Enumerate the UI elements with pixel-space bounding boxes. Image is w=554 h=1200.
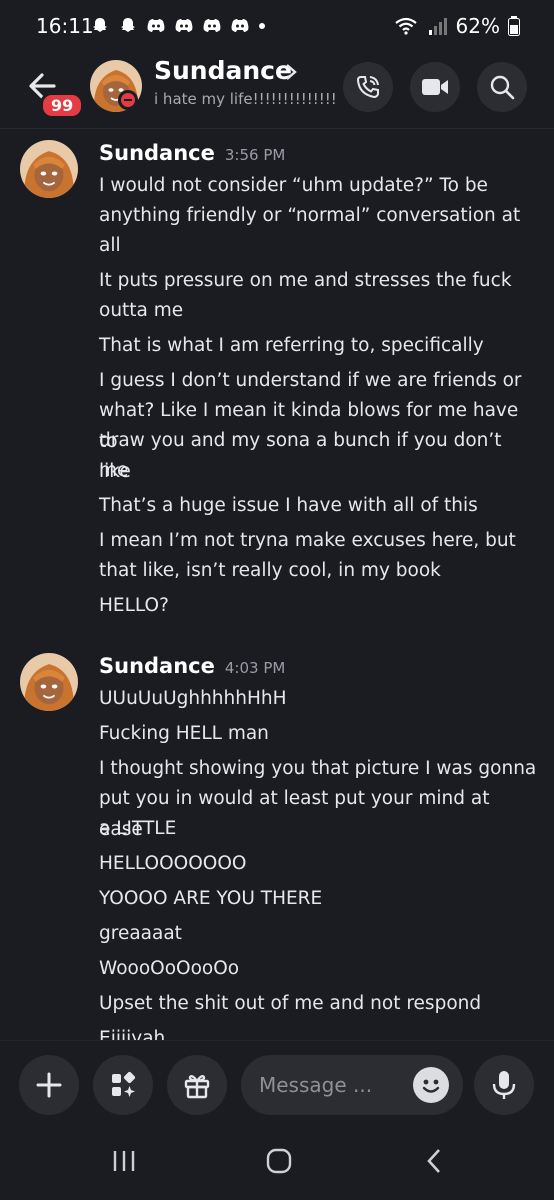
signal-icon [428, 18, 447, 35]
message-line[interactable]: greaaaat [99, 919, 539, 950]
message-line[interactable]: I thought showing you that picture I was… [99, 754, 539, 785]
emoji-icon[interactable] [413, 1067, 449, 1103]
message-line[interactable]: I guess I don’t understand if we are fri… [99, 366, 539, 397]
wifi-icon [394, 17, 417, 35]
discord-icon [203, 19, 221, 32]
system-back-button[interactable] [414, 1146, 454, 1176]
message-line[interactable]: I mean I’m not tryna make excuses here, … [99, 526, 539, 557]
apps-button[interactable] [93, 1055, 153, 1115]
message-line[interactable]: a LITTLE [99, 814, 539, 845]
message-author[interactable]: Sundance 3:56 PM [99, 141, 285, 165]
battery-percent: 62% [455, 14, 500, 38]
attach-button[interactable] [19, 1055, 79, 1115]
home-icon [266, 1148, 292, 1174]
message-line[interactable]: Eiiiiyah [99, 1024, 539, 1040]
author-name[interactable]: Sundance [99, 654, 215, 678]
message-placeholder: Message ... [259, 1073, 373, 1097]
plus-icon [36, 1072, 62, 1098]
message-line[interactable]: HELLO? [99, 591, 539, 622]
status-right: 62% [394, 14, 520, 38]
message-line[interactable]: That is what I am referring to, specific… [99, 331, 539, 362]
dnd-status-icon [118, 90, 138, 110]
avatar[interactable] [20, 653, 78, 711]
gift-icon [184, 1075, 210, 1099]
voice-call-button[interactable] [343, 62, 393, 112]
video-call-button[interactable] [410, 62, 460, 112]
message-line[interactable]: outta me [99, 296, 539, 327]
message-line[interactable]: me [99, 456, 539, 487]
discord-icon [231, 19, 249, 32]
message-line[interactable]: all [99, 231, 539, 262]
chevron-right-icon[interactable] [284, 62, 298, 82]
more-notifications-dot-icon [259, 23, 265, 29]
avatar[interactable] [20, 140, 78, 198]
status-time: 16:11 [36, 14, 94, 38]
home-button[interactable] [259, 1146, 299, 1176]
channel-name[interactable]: Sundance [154, 56, 292, 85]
gift-button[interactable] [167, 1055, 227, 1115]
message-line[interactable]: UUuUuUghhhhhHhH [99, 684, 539, 715]
message-line[interactable]: YOOOO ARE YOU THERE [99, 884, 539, 915]
message-line[interactable]: It puts pressure on me and stresses the … [99, 266, 539, 297]
apps-icon [112, 1071, 136, 1097]
snapchat-icon [93, 18, 107, 32]
voice-message-button[interactable] [474, 1055, 534, 1115]
back-nav-icon [427, 1149, 440, 1173]
message-line[interactable]: I would not consider “uhm update?” To be [99, 171, 539, 202]
message-timestamp: 4:03 PM [224, 659, 286, 677]
channel-header: 99 Sundance i hate my life!!!!!!!!!!!!!!… [0, 52, 554, 128]
video-icon [422, 79, 448, 95]
recents-icon [113, 1151, 135, 1171]
author-name[interactable]: Sundance [99, 141, 215, 165]
search-button[interactable] [477, 62, 527, 112]
unread-badge: 99 [40, 92, 85, 119]
message-list[interactable]: Sundance 3:56 PM I would not consider “uh… [0, 129, 554, 1040]
battery-icon [508, 16, 520, 36]
message-author[interactable]: Sundance 4:03 PM [99, 654, 285, 678]
notification-icons [90, 14, 266, 38]
recents-button[interactable] [104, 1146, 144, 1176]
mic-icon [492, 1071, 516, 1099]
custom-status: i hate my life!!!!!!!!!!!!!! l... [154, 90, 339, 108]
message-line[interactable]: WoooOoOooOo [99, 954, 539, 985]
message-line[interactable]: anything friendly or “normal” conversati… [99, 201, 539, 232]
message-line[interactable]: Upset the shit out of me and not respond [99, 989, 539, 1020]
discord-icon [175, 19, 193, 32]
system-navigation-bar [0, 1122, 554, 1200]
message-line[interactable]: that like, isn’t really cool, in my book [99, 556, 539, 587]
message-input[interactable]: Message ... [241, 1055, 463, 1115]
search-icon [490, 75, 515, 100]
message-timestamp: 3:56 PM [224, 146, 286, 164]
snapchat-icon [121, 18, 135, 32]
message-line[interactable]: Fucking HELL man [99, 719, 539, 750]
phone-icon [356, 76, 379, 99]
message-composer: Message ... [0, 1040, 554, 1123]
message-line[interactable]: HELLOOOOOOO [99, 849, 539, 880]
discord-icon [147, 19, 165, 32]
status-bar: 16:11 62% [0, 0, 554, 52]
message-line[interactable]: That’s a huge issue I have with all of t… [99, 491, 539, 522]
